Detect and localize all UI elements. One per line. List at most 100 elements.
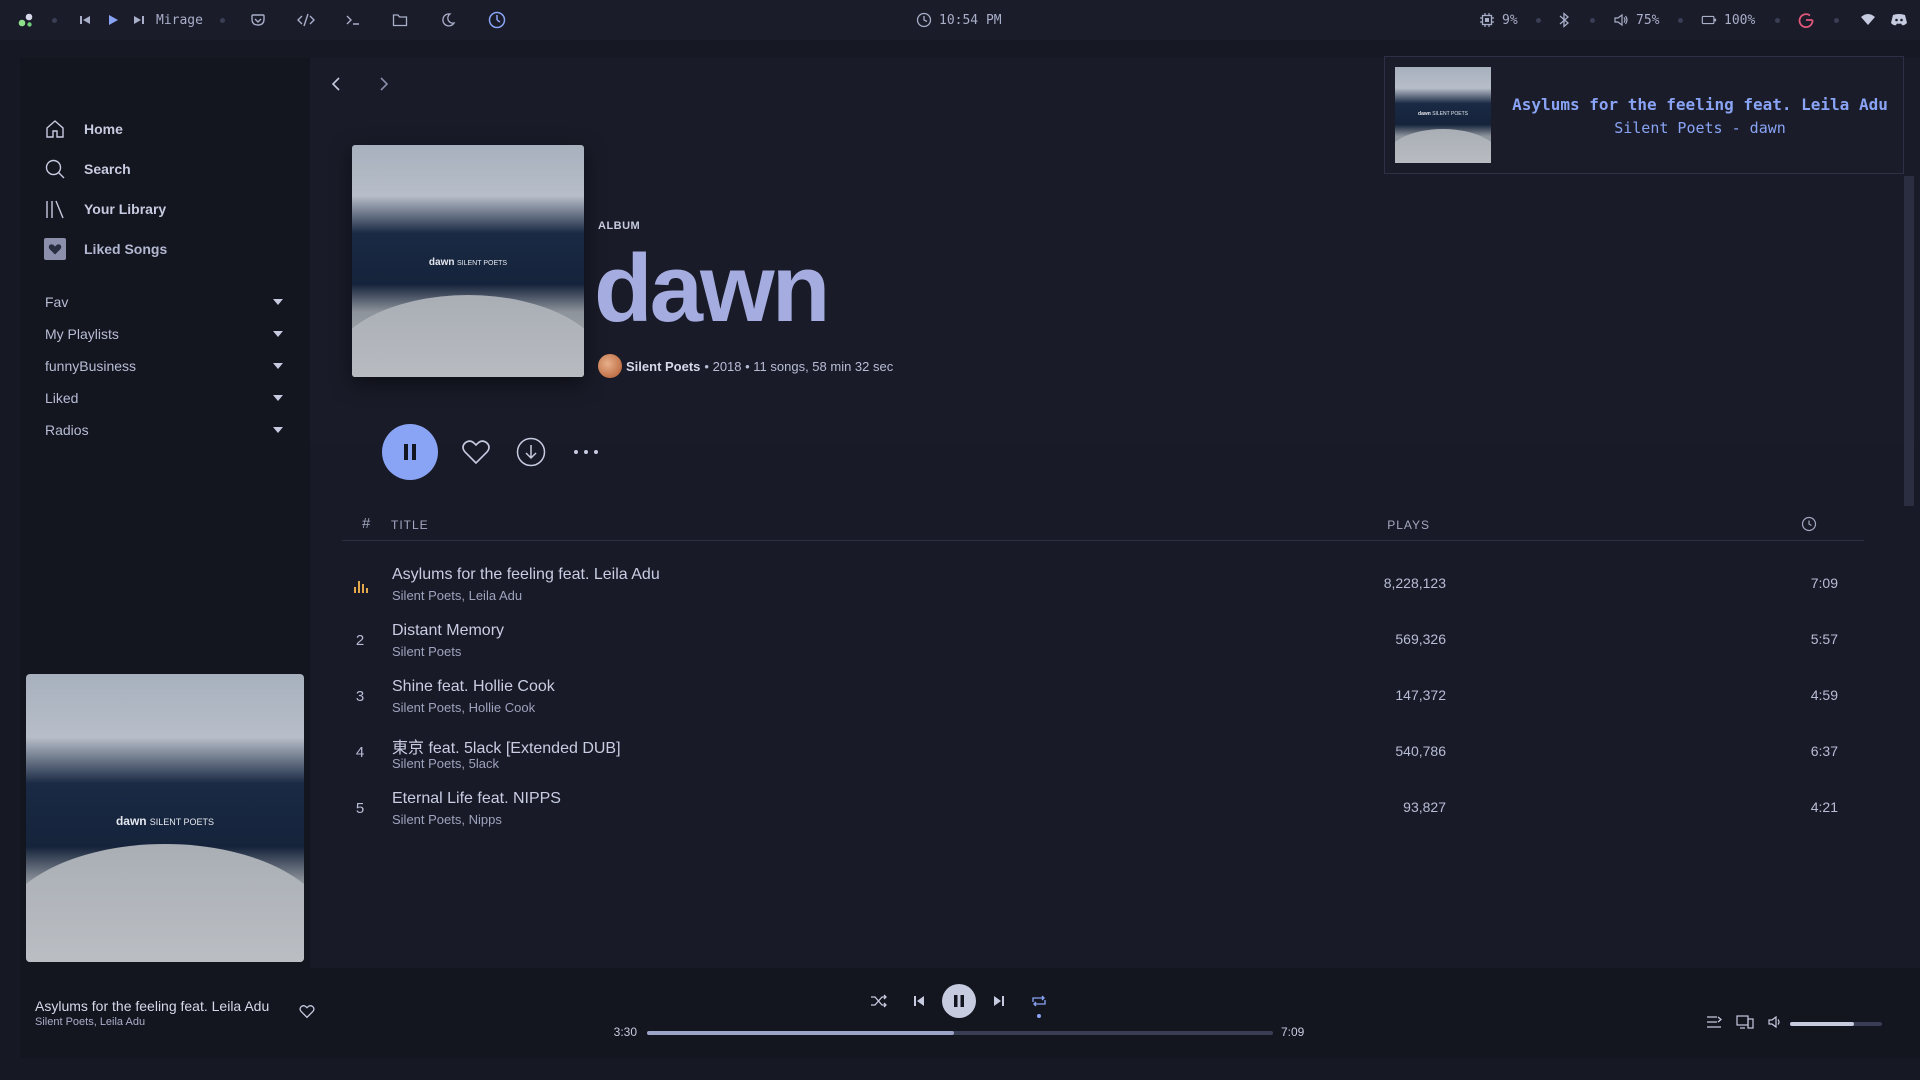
playlist-folder-liked[interactable]: Liked [45, 390, 283, 406]
separator-dot [220, 17, 225, 23]
play-icon[interactable] [106, 0, 120, 40]
track-title[interactable]: Shine feat. Hollie Cook [392, 678, 555, 696]
clock-icon [915, 11, 933, 29]
sidebar: Home Search Your Library Liked Songs Fav… [20, 58, 310, 1058]
column-plays[interactable]: PLAYS [1280, 518, 1430, 532]
nav-search[interactable]: Search [44, 158, 131, 180]
player-bar: Asylums for the feeling feat. Leila Adu … [20, 968, 1920, 1058]
track-artists[interactable]: Silent Poets [392, 644, 461, 659]
separator-dot [52, 17, 57, 23]
queue-icon[interactable] [1704, 1012, 1724, 1032]
now-playing-artists[interactable]: Silent Poets, Leila Adu [35, 1016, 145, 1028]
progress-fill [647, 1031, 954, 1035]
caret-down-icon[interactable] [273, 363, 283, 369]
caret-down-icon[interactable] [273, 427, 283, 433]
nav-liked-songs[interactable]: Liked Songs [44, 238, 167, 260]
total-time: 7:09 [1281, 1025, 1305, 1039]
discord-icon[interactable] [1890, 0, 1908, 40]
track-row[interactable]: 5 Eternal Life feat. NIPPS Silent Poets,… [342, 782, 1864, 838]
spotify-window: Home Search Your Library Liked Songs Fav… [20, 58, 1920, 1058]
track-duration: 6:37 [1810, 743, 1838, 759]
caret-down-icon[interactable] [273, 331, 283, 337]
timer-icon[interactable] [488, 0, 506, 40]
playlist-folder-fav[interactable]: Fav [45, 294, 283, 310]
column-title[interactable]: TITLE [391, 518, 429, 532]
cover-dune [1395, 129, 1491, 163]
wifi-icon[interactable] [1860, 0, 1876, 40]
notification-cover-art: dawn SILENT POETS [1395, 67, 1491, 163]
code-icon[interactable] [297, 0, 315, 40]
nav-home-label: Home [84, 121, 123, 137]
separator-dot [1678, 17, 1683, 23]
liked-songs-icon [44, 238, 66, 260]
power-icon[interactable] [1797, 0, 1815, 40]
track-number: 4 [355, 744, 365, 761]
playlist-folder-label: funnyBusiness [45, 358, 137, 374]
artist-avatar[interactable] [598, 354, 622, 378]
album-title: dawn [594, 235, 830, 342]
play-pause-button[interactable] [382, 424, 438, 480]
playlist-folder-my-playlists[interactable]: My Playlists [45, 326, 283, 342]
shuffle-icon[interactable] [869, 991, 889, 1011]
caret-down-icon[interactable] [273, 395, 283, 401]
artist-link[interactable]: Silent Poets [626, 359, 700, 374]
volume-slider[interactable] [1790, 1022, 1882, 1026]
track-row[interactable]: 2 Distant Memory Silent Poets 569,326 5:… [342, 614, 1864, 670]
track-plays: 93,827 [1403, 799, 1446, 815]
next-track-icon[interactable] [132, 0, 146, 40]
track-row[interactable]: 4 東京 feat. 5lack [Extended DUB] Silent P… [342, 726, 1864, 782]
caret-down-icon[interactable] [273, 299, 283, 305]
track-artists[interactable]: Silent Poets, Hollie Cook [392, 700, 535, 715]
like-heart-icon[interactable] [298, 1002, 316, 1020]
terminal-icon[interactable] [345, 0, 361, 40]
system-topbar: Mirage 10:54 PM 9% 75% 100% [0, 0, 1920, 40]
now-playing-title[interactable]: Asylums for the feeling feat. Leila Adu [35, 998, 269, 1014]
prev-track-icon[interactable] [78, 0, 92, 40]
pocket-icon[interactable] [250, 0, 266, 40]
progress-bar[interactable] [647, 1031, 1273, 1035]
nav-home[interactable]: Home [44, 118, 123, 140]
main-scrollbar[interactable] [1904, 176, 1914, 506]
track-artists[interactable]: Silent Poets, Nipps [392, 812, 502, 827]
track-duration: 5:57 [1810, 631, 1838, 647]
volume-indicator[interactable]: 75% [1612, 0, 1659, 40]
track-title[interactable]: Asylums for the feeling feat. Leila Adu [392, 566, 660, 584]
playlist-folder-funnybusiness[interactable]: funnyBusiness [45, 358, 283, 374]
previous-icon[interactable] [909, 991, 929, 1011]
track-row[interactable]: Asylums for the feeling feat. Leila Adu … [342, 558, 1864, 614]
track-title[interactable]: 東京 feat. 5lack [Extended DUB] [392, 734, 621, 758]
playlist-folder-radios[interactable]: Radios [45, 422, 283, 438]
launcher-icon[interactable] [17, 0, 35, 40]
cpu-icon [1478, 11, 1496, 29]
track-artists[interactable]: Silent Poets, Leila Adu [392, 588, 522, 603]
cpu-indicator[interactable]: 9% [1478, 0, 1518, 40]
like-heart-icon[interactable] [460, 436, 492, 468]
cover-caption: dawn SILENT POETS [115, 814, 215, 828]
bluetooth-icon[interactable] [1558, 0, 1570, 40]
battery-indicator[interactable]: 100% [1700, 0, 1755, 40]
night-mode-icon[interactable] [440, 0, 456, 40]
now-playing-equalizer-icon [354, 579, 368, 593]
track-duration: 4:59 [1810, 687, 1838, 703]
track-duration: 4:21 [1810, 799, 1838, 815]
devices-icon[interactable] [1735, 1012, 1755, 1032]
track-title[interactable]: Distant Memory [392, 622, 504, 640]
download-icon[interactable] [515, 436, 547, 468]
player-pause-button[interactable] [942, 984, 976, 1018]
track-artists[interactable]: Silent Poets, 5lack [392, 756, 499, 771]
forward-arrow-icon[interactable] [372, 72, 396, 96]
now-playing-cover-art[interactable]: dawn SILENT POETS [26, 674, 304, 962]
pause-icon [404, 444, 416, 460]
album-cover-art: dawn SILENT POETS [352, 145, 584, 377]
more-options-icon[interactable] [572, 436, 600, 468]
folder-icon[interactable] [392, 0, 408, 40]
volume-icon[interactable] [1765, 1012, 1785, 1032]
next-icon[interactable] [989, 991, 1009, 1011]
track-row[interactable]: 3 Shine feat. Hollie Cook Silent Poets, … [342, 670, 1864, 726]
nav-library[interactable]: Your Library [44, 198, 166, 220]
repeat-icon[interactable] [1029, 991, 1049, 1011]
album-meta: Silent Poets • 2018 • 11 songs, 58 min 3… [598, 354, 893, 378]
back-arrow-icon[interactable] [324, 72, 348, 96]
now-playing-notification[interactable]: dawn SILENT POETS Asylums for the feelin… [1384, 56, 1904, 174]
track-title[interactable]: Eternal Life feat. NIPPS [392, 790, 561, 808]
